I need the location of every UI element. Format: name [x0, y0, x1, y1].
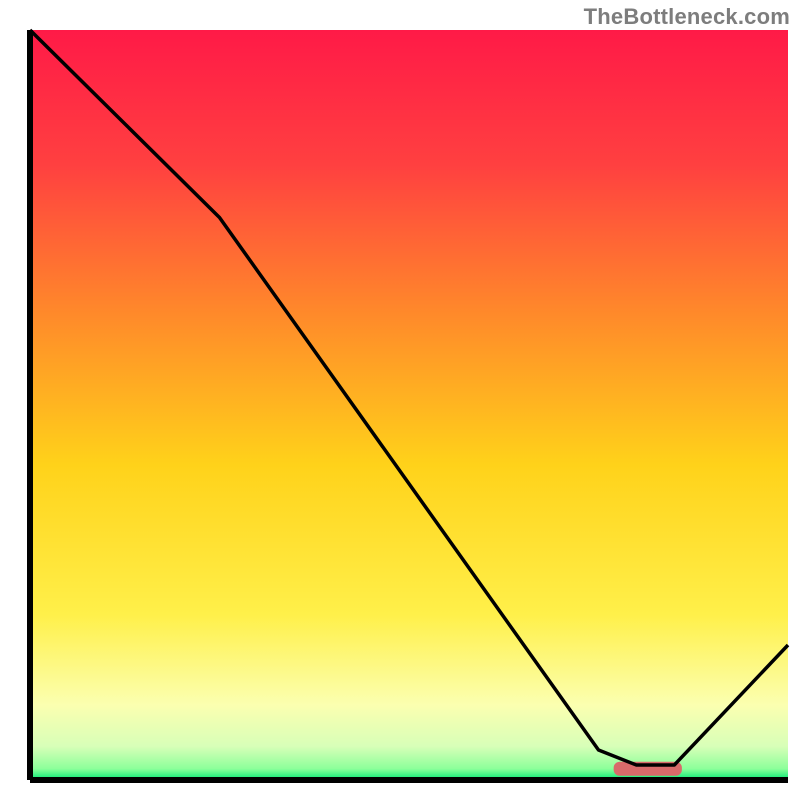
attribution-text: TheBottleneck.com	[584, 4, 790, 30]
bottleneck-chart	[0, 0, 800, 800]
chart-container: { "attribution": "TheBottleneck.com", "c…	[0, 0, 800, 800]
